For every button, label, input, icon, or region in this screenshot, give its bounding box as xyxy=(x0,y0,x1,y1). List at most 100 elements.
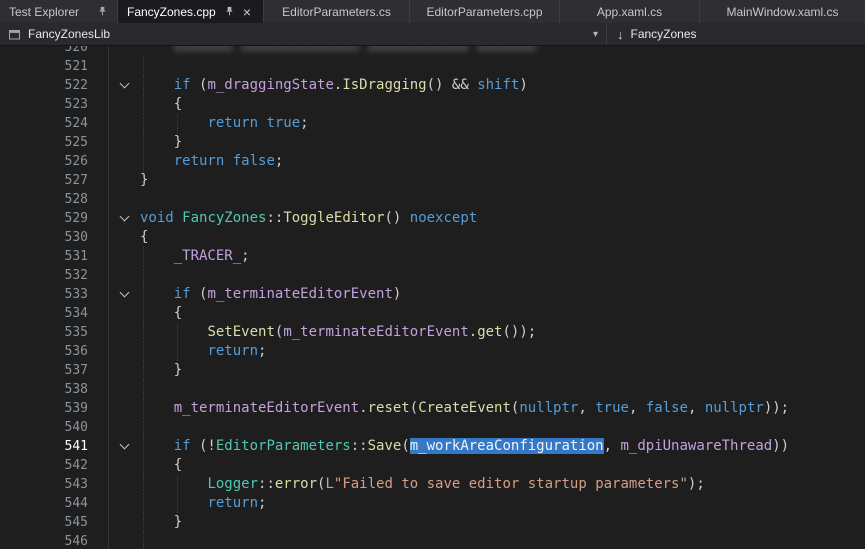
code-line[interactable]: 535 SetEvent(m_terminateEditorEvent.get(… xyxy=(0,323,865,342)
indent-guide xyxy=(177,475,178,494)
code-text: Logger::error(L"Failed to save editor st… xyxy=(140,475,865,494)
indent-guide xyxy=(143,57,144,76)
code-line[interactable]: 529void FancyZones::ToggleEditor() noexc… xyxy=(0,209,865,228)
tab-mainwindow-xaml-cs[interactable]: MainWindow.xaml.cs xyxy=(700,0,865,23)
line-number[interactable]: 524 xyxy=(0,114,108,133)
code-line[interactable]: 541 if (!EditorParameters::Save(m_workAr… xyxy=(0,437,865,456)
code-line[interactable]: 533 if (m_terminateEditorEvent) xyxy=(0,285,865,304)
line-number[interactable]: 532 xyxy=(0,266,108,285)
line-number[interactable]: 523 xyxy=(0,95,108,114)
code-line[interactable]: 523 { xyxy=(0,95,865,114)
code-text: m_terminateEditorEvent.reset(CreateEvent… xyxy=(140,399,865,418)
line-number[interactable]: 546 xyxy=(0,532,108,549)
fold-spacer xyxy=(108,418,140,437)
fold-spacer xyxy=(108,171,140,190)
tab-label: FancyZones.cpp xyxy=(127,5,216,19)
line-number[interactable]: 543 xyxy=(0,475,108,494)
tab-fancyzones-cpp[interactable]: FancyZones.cpp × xyxy=(118,0,264,23)
fold-chevron-icon[interactable] xyxy=(108,285,140,304)
line-number[interactable]: 535 xyxy=(0,323,108,342)
code-line[interactable]: 539 m_terminateEditorEvent.reset(CreateE… xyxy=(0,399,865,418)
code-line[interactable]: 536 return; xyxy=(0,342,865,361)
line-number[interactable]: 527 xyxy=(0,171,108,190)
line-number[interactable]: 522 xyxy=(0,76,108,95)
line-number[interactable]: 521 xyxy=(0,57,108,76)
tab-test-explorer[interactable]: Test Explorer xyxy=(0,0,118,23)
indent-guide xyxy=(143,532,144,549)
line-number[interactable]: 542 xyxy=(0,456,108,475)
code-line[interactable]: 525 } xyxy=(0,133,865,152)
code-line[interactable]: 530{ xyxy=(0,228,865,247)
code-line[interactable]: 527} xyxy=(0,171,865,190)
fold-chevron-icon[interactable] xyxy=(108,437,140,456)
code-line[interactable]: 521 xyxy=(0,57,865,76)
line-number[interactable]: 545 xyxy=(0,513,108,532)
code-line[interactable]: 543 Logger::error(L"Failed to save edito… xyxy=(0,475,865,494)
code-line[interactable]: 538 xyxy=(0,380,865,399)
line-number[interactable]: 541 xyxy=(0,437,108,456)
fold-spacer xyxy=(108,456,140,475)
code-text: return; xyxy=(140,494,865,513)
code-line[interactable]: 534 { xyxy=(0,304,865,323)
fold-spacer xyxy=(108,532,140,549)
project-dropdown[interactable]: FancyZonesLib ▾ xyxy=(0,23,606,45)
pin-icon[interactable] xyxy=(97,6,108,17)
line-number[interactable]: 534 xyxy=(0,304,108,323)
member-dropdown[interactable]: ↓ FancyZones xyxy=(606,23,865,45)
editor[interactable]: 520 xxxxxxx xxxxxxxxxxxxxx xxxxxxxxxxxx … xyxy=(0,46,865,549)
line-number[interactable]: 536 xyxy=(0,342,108,361)
close-icon[interactable]: × xyxy=(240,5,254,19)
fold-chevron-icon[interactable] xyxy=(108,76,140,95)
indent-guide xyxy=(143,437,144,456)
line-number[interactable]: 528 xyxy=(0,190,108,209)
indent-guide xyxy=(143,247,144,266)
indent-guide xyxy=(143,114,144,133)
line-number[interactable]: 529 xyxy=(0,209,108,228)
line-number[interactable]: 533 xyxy=(0,285,108,304)
indent-guide xyxy=(143,266,144,285)
code-text xyxy=(140,418,865,437)
code-text: xxxxxxx xxxxxxxxxxxxxx xxxxxxxxxxxx xxxx… xyxy=(140,46,865,57)
tab-app-xaml-cs[interactable]: App.xaml.cs xyxy=(560,0,700,23)
line-number[interactable]: 538 xyxy=(0,380,108,399)
line-number[interactable]: 531 xyxy=(0,247,108,266)
tab-editorparameters-cpp[interactable]: EditorParameters.cpp xyxy=(410,0,560,23)
line-number[interactable]: 539 xyxy=(0,399,108,418)
fold-spacer xyxy=(108,361,140,380)
code-line[interactable]: 522 if (m_draggingState.IsDragging() && … xyxy=(0,76,865,95)
code-text: } xyxy=(140,361,865,380)
indent-guide xyxy=(143,513,144,532)
fold-chevron-icon[interactable] xyxy=(108,209,140,228)
indent-guide xyxy=(143,399,144,418)
fold-spacer xyxy=(108,342,140,361)
code-line[interactable]: 545 } xyxy=(0,513,865,532)
indent-guide xyxy=(143,456,144,475)
code-text: } xyxy=(140,133,865,152)
pin-icon[interactable] xyxy=(224,6,235,17)
code-line[interactable]: 546 xyxy=(0,532,865,549)
code-line[interactable]: 544 return; xyxy=(0,494,865,513)
line-number[interactable]: 526 xyxy=(0,152,108,171)
code-line[interactable]: 532 xyxy=(0,266,865,285)
code-line[interactable]: 520 xxxxxxx xxxxxxxxxxxxxx xxxxxxxxxxxx … xyxy=(0,46,865,57)
code-line[interactable]: 531 _TRACER_; xyxy=(0,247,865,266)
line-number[interactable]: 537 xyxy=(0,361,108,380)
line-number[interactable]: 544 xyxy=(0,494,108,513)
tab-label: App.xaml.cs xyxy=(597,5,662,19)
code-line[interactable]: 537 } xyxy=(0,361,865,380)
code-line[interactable]: 524 return true; xyxy=(0,114,865,133)
line-number[interactable]: 530 xyxy=(0,228,108,247)
line-number[interactable]: 520 xyxy=(0,46,108,57)
line-number[interactable]: 540 xyxy=(0,418,108,437)
tab-editorparameters-cs[interactable]: EditorParameters.cs xyxy=(264,0,410,23)
code-text: { xyxy=(140,456,865,475)
code-line[interactable]: 540 xyxy=(0,418,865,437)
code-text: { xyxy=(140,95,865,114)
code-line[interactable]: 542 { xyxy=(0,456,865,475)
code-line[interactable]: 526 return false; xyxy=(0,152,865,171)
indent-guide xyxy=(177,323,178,342)
code-line[interactable]: 528 xyxy=(0,190,865,209)
fold-spacer xyxy=(108,152,140,171)
tab-label: EditorParameters.cs xyxy=(282,5,391,19)
line-number[interactable]: 525 xyxy=(0,133,108,152)
